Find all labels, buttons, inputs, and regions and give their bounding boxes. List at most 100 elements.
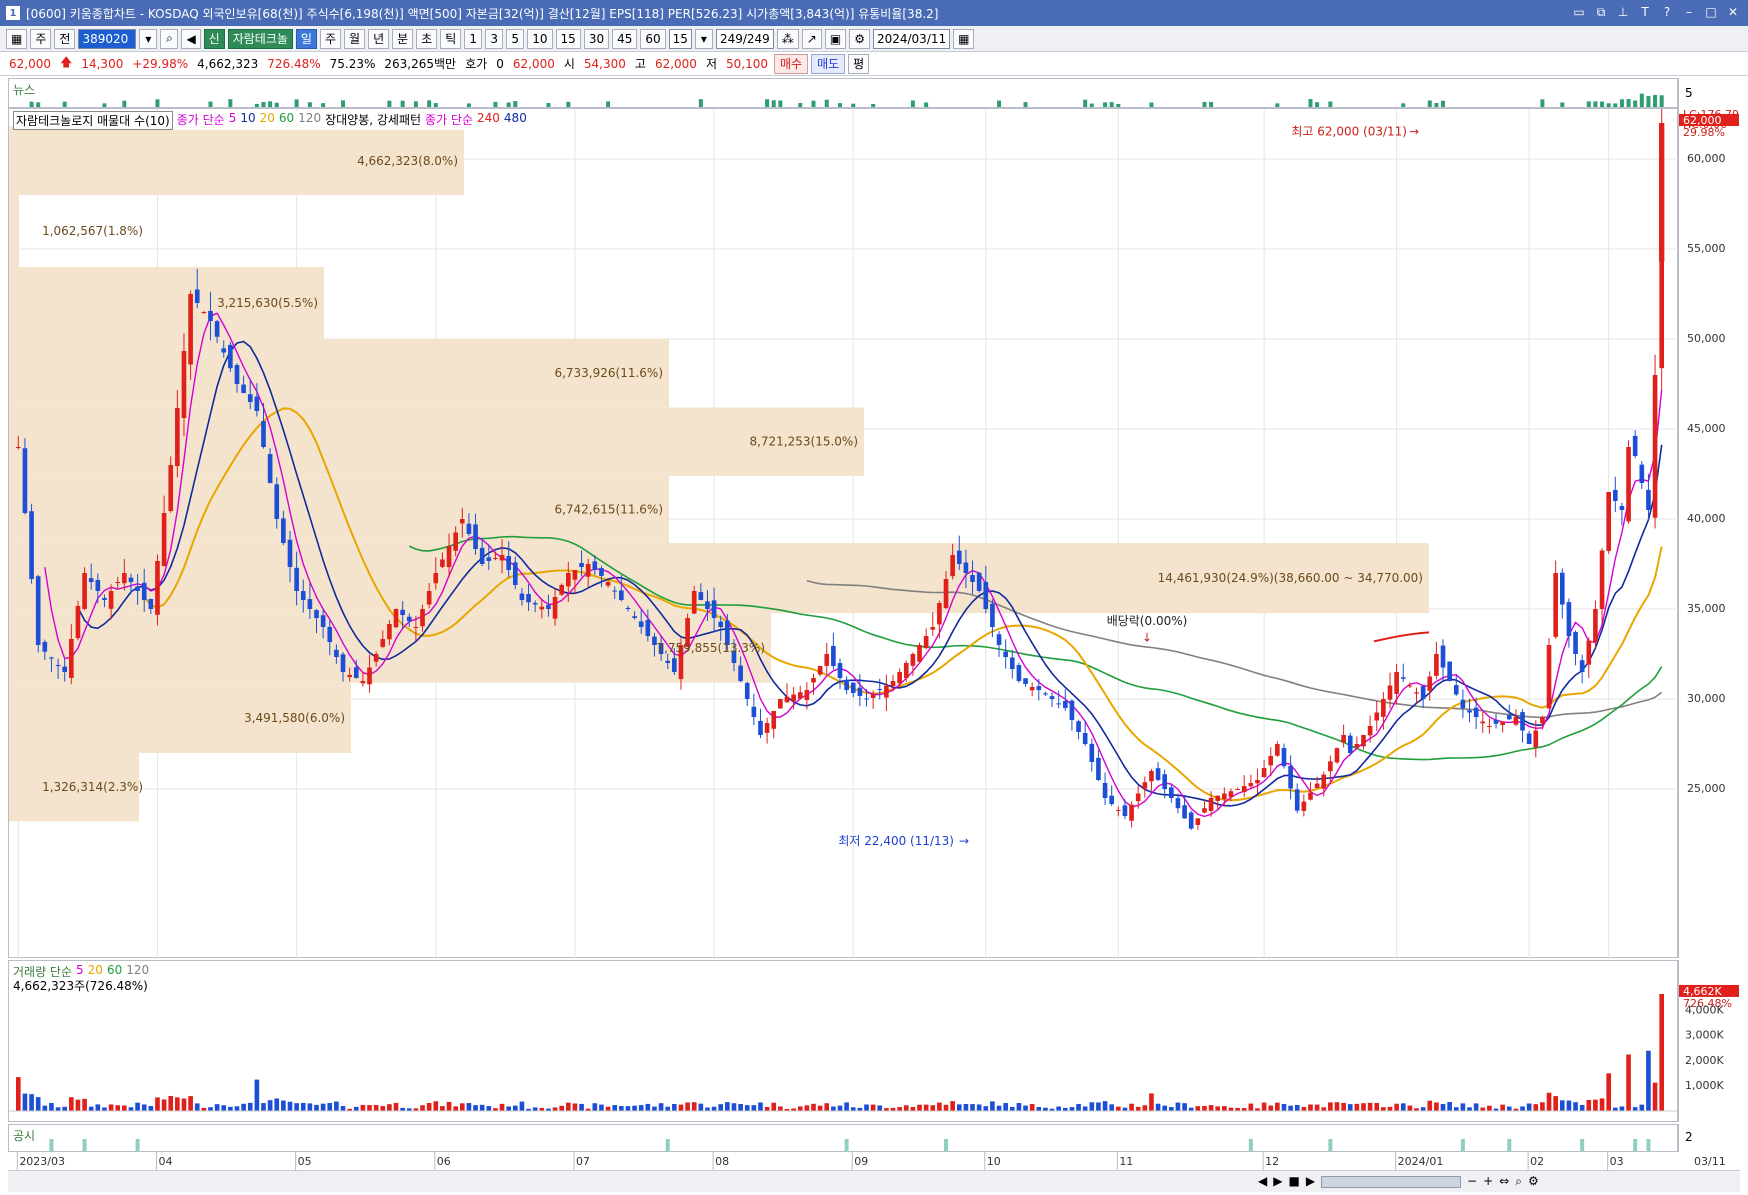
candle-body bbox=[440, 559, 445, 567]
notice-bar bbox=[1328, 1139, 1333, 1151]
price-legend: 자람테크놀로지 매물대 수(10) 종가 단순 5 10 20 60 120 장… bbox=[13, 111, 527, 130]
interval-5[interactable]: 5 bbox=[506, 28, 525, 49]
candle-body bbox=[88, 578, 94, 582]
period-year[interactable]: 년 bbox=[368, 28, 390, 49]
count-dropdown-icon[interactable]: ▾ bbox=[694, 28, 713, 49]
volume-bar bbox=[221, 1105, 227, 1111]
price-axis-ticks: LC:176.79HC:0.0062,00029.98%60,00055,000… bbox=[1679, 108, 1739, 795]
price-tick-label: 35,000 bbox=[1687, 602, 1726, 615]
volume-bar bbox=[1261, 1102, 1267, 1111]
volume-bar bbox=[1029, 1104, 1035, 1111]
scroll-thumb[interactable] bbox=[1321, 1176, 1462, 1188]
market-select[interactable]: 주 bbox=[30, 28, 52, 49]
draw-icon[interactable]: ↗ bbox=[801, 28, 822, 49]
evaluate-button[interactable]: 평 bbox=[848, 53, 870, 74]
volume-bar bbox=[778, 1106, 783, 1111]
volume-bar bbox=[95, 1104, 101, 1111]
date-input[interactable]: 2024/03/11 bbox=[872, 28, 951, 49]
profile-legend[interactable]: 자람테크놀로지 매물대 수(10) bbox=[13, 111, 173, 130]
chart-scrollbar[interactable]: ◀ ▶ ■ ▶ − + ⇔ ⌕ ⚙ bbox=[8, 1170, 1740, 1192]
news-bar bbox=[566, 101, 571, 107]
candle-body bbox=[208, 310, 213, 321]
interval-60[interactable]: 60 bbox=[640, 28, 666, 49]
maximize-icon[interactable]: □ bbox=[1702, 3, 1720, 21]
news-bar bbox=[1626, 99, 1631, 107]
volume-bar bbox=[645, 1103, 651, 1111]
interval-3[interactable]: 3 bbox=[485, 28, 504, 49]
scroll-right-icon[interactable]: ▶ bbox=[1306, 1174, 1315, 1189]
stock-name[interactable]: 자람테크놀 bbox=[227, 28, 293, 49]
candle-body bbox=[1632, 435, 1638, 456]
volume-bar bbox=[1175, 1102, 1181, 1111]
scroll-left-icon[interactable]: ◀ bbox=[1258, 1174, 1267, 1189]
period-second[interactable]: 초 bbox=[416, 28, 438, 49]
copy-window-icon[interactable]: ⧉ bbox=[1592, 3, 1610, 21]
candle-body bbox=[585, 564, 591, 577]
dropdown-icon[interactable]: ▾ bbox=[139, 28, 158, 49]
period-week[interactable]: 주 bbox=[319, 28, 342, 49]
candle-body bbox=[552, 597, 558, 619]
interval-1[interactable]: 1 bbox=[464, 28, 483, 49]
period-minute[interactable]: 분 bbox=[392, 28, 414, 49]
settings-icon[interactable]: ⚙ bbox=[849, 28, 870, 49]
candle-body bbox=[22, 448, 28, 513]
period-tick[interactable]: 틱 bbox=[440, 28, 462, 49]
all-button[interactable]: 전 bbox=[54, 28, 76, 49]
candle-body bbox=[877, 688, 883, 690]
candle-body bbox=[426, 591, 432, 605]
zoom-in-icon[interactable]: + bbox=[1483, 1174, 1493, 1189]
link-icon[interactable]: ⁂ bbox=[776, 28, 799, 49]
candle-body bbox=[804, 690, 810, 701]
news-bar bbox=[1653, 95, 1658, 107]
stop-icon[interactable]: ■ bbox=[1288, 1174, 1299, 1189]
volume-bar bbox=[426, 1103, 432, 1111]
interval-15[interactable]: 15 bbox=[555, 28, 581, 49]
help-icon[interactable]: ? bbox=[1658, 3, 1676, 21]
candle-body bbox=[294, 567, 299, 591]
period-day[interactable]: 일 bbox=[295, 28, 317, 49]
news-bar bbox=[1619, 99, 1624, 107]
interval-45[interactable]: 45 bbox=[612, 28, 638, 49]
candle-body bbox=[1195, 818, 1201, 825]
volume-bar bbox=[658, 1103, 664, 1111]
settings-small-icon[interactable]: ⚙ bbox=[1528, 1174, 1539, 1189]
interval-30[interactable]: 30 bbox=[583, 28, 610, 49]
period-month[interactable]: 월 bbox=[344, 28, 366, 49]
news-bar bbox=[1308, 99, 1313, 107]
sell-button[interactable]: 매도 bbox=[811, 53, 846, 74]
price-chart[interactable]: 4,662,323(8.0%) 1,062,567(1.8%) 3,215,630(… bbox=[9, 99, 1679, 959]
interval-10[interactable]: 10 bbox=[527, 28, 553, 49]
speaker-icon[interactable]: ◀ bbox=[181, 28, 201, 49]
play-icon[interactable]: ▶ bbox=[1273, 1174, 1282, 1189]
x-axis-label: 12 bbox=[1265, 1155, 1279, 1168]
volume-bar bbox=[1089, 1102, 1095, 1111]
search-zoom-icon[interactable]: ⌕ bbox=[1515, 1174, 1522, 1189]
restore-icon[interactable]: ▭ bbox=[1570, 3, 1588, 21]
close-icon[interactable]: ✕ bbox=[1724, 3, 1742, 21]
zoom-out-icon[interactable]: − bbox=[1467, 1174, 1477, 1189]
stock-code-input[interactable]: 389020 bbox=[78, 28, 137, 49]
x-axis-label: 07 bbox=[576, 1155, 590, 1168]
calendar-icon[interactable]: ▦ bbox=[953, 28, 975, 49]
candle-body bbox=[175, 408, 180, 467]
layout-icon[interactable]: ▦ bbox=[6, 28, 28, 49]
candle-body bbox=[1255, 780, 1260, 784]
pin-icon[interactable]: ⊥ bbox=[1614, 3, 1632, 21]
candle-body bbox=[281, 518, 286, 543]
buy-button[interactable]: 매수 bbox=[773, 53, 809, 74]
fit-icon[interactable]: ⇔ bbox=[1499, 1174, 1509, 1189]
volume-bar bbox=[751, 1105, 757, 1111]
volume-bar bbox=[1354, 1103, 1360, 1111]
text-size-icon[interactable]: T bbox=[1636, 3, 1654, 21]
volume-bar bbox=[300, 1102, 306, 1111]
volume-bar bbox=[367, 1105, 372, 1111]
save-icon[interactable]: ▣ bbox=[824, 28, 847, 49]
price-chart-panel[interactable]: 4,662,323(8.0%) 1,062,567(1.8%) 3,215,630(… bbox=[8, 99, 1679, 959]
volume-panel[interactable]: 거래량 단순 5 20 60 120 4,662,323주(726.48%) bbox=[8, 960, 1679, 1123]
volume-chart[interactable] bbox=[9, 961, 1679, 1123]
minimize-icon[interactable]: – bbox=[1680, 3, 1698, 21]
news-bar bbox=[910, 100, 915, 107]
count-input[interactable]: 15 bbox=[668, 28, 692, 49]
candle-body bbox=[1301, 801, 1307, 811]
search-icon[interactable]: ⌕ bbox=[160, 28, 179, 49]
